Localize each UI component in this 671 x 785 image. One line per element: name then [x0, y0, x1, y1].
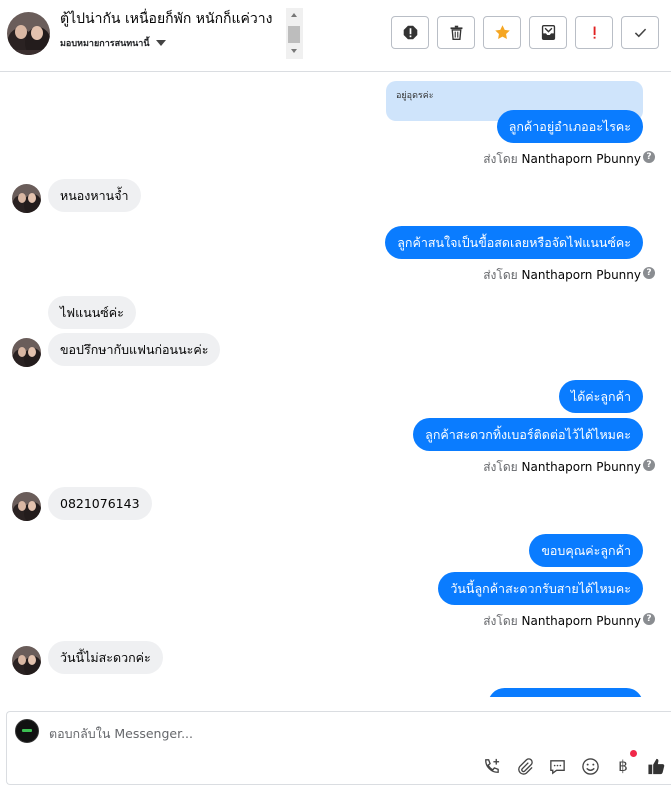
reply-input[interactable] — [49, 726, 449, 741]
message-bubble-incoming[interactable]: หนองหานจ้ำ — [48, 179, 141, 212]
message-bubble-incoming[interactable]: วันนี้ไม่สะดวกค่ะ — [48, 641, 163, 674]
contact-avatar-small[interactable] — [12, 492, 41, 521]
conversation-header: ตู้ไปน่ากัน เหนื่อยก็พัก หนักก็แค่วาง มอ… — [0, 0, 671, 72]
message-text: ขอบคุณค่ะลูกค้า — [541, 543, 631, 558]
message-text: ไฟแนนซ์ค่ะ — [60, 305, 124, 320]
like-button[interactable] — [645, 755, 667, 777]
help-icon[interactable]: ? — [643, 613, 655, 625]
saved-reply-icon — [549, 759, 565, 774]
help-icon[interactable]: ? — [643, 459, 655, 471]
contact-avatar-small[interactable] — [12, 184, 41, 213]
attach-icon — [517, 757, 533, 775]
emoji-button[interactable] — [579, 755, 601, 777]
contact-avatar-image — [7, 12, 50, 55]
sent-by-label: ส่งโดย Nanthaporn Pbunny — [483, 150, 641, 169]
archive-icon — [541, 25, 555, 40]
message-text: วันนี้ไม่สะดวกค่ะ — [60, 650, 151, 665]
call-button[interactable] — [480, 755, 502, 777]
conversation-toolbar — [391, 16, 659, 49]
notification-dot — [630, 750, 637, 757]
saved-replies-button[interactable] — [546, 755, 568, 777]
contact-avatar-image — [12, 184, 41, 213]
sent-by-prefix: ส่งโดย — [483, 614, 518, 628]
sent-by-prefix: ส่งโดย — [483, 460, 518, 474]
contact-avatar-image — [12, 492, 41, 521]
sent-by-prefix: ส่งโดย — [483, 268, 518, 282]
mark-important-button[interactable] — [575, 16, 613, 49]
payment-button[interactable]: ฿ — [612, 750, 637, 777]
contact-avatar-small[interactable] — [12, 646, 41, 675]
message-text: วันนี้ลูกค้าสะดวกรับสายได้ไหมคะ — [450, 581, 631, 596]
message-text: ลูกค้าสนใจเป็นขื้อสดเลยหรือจัดไฟแนนซ์คะ — [397, 235, 631, 250]
sent-by-prefix: ส่งโดย — [483, 152, 518, 166]
mark-done-button[interactable] — [621, 16, 659, 49]
contact-avatar-image — [12, 646, 41, 675]
message-bubble-outgoing[interactable]: ลูกค้าอยู่อำเภออะไรคะ — [496, 110, 643, 143]
star-icon — [494, 25, 510, 40]
contact-avatar[interactable] — [7, 12, 50, 55]
assign-conversation-label: มอบหมายการสนทนานี้ — [60, 39, 150, 49]
contact-avatar-image — [12, 338, 41, 367]
sender-name: Nanthaporn Pbunny — [521, 460, 641, 474]
quoted-message-text: อยู่อุดรค่ะ — [396, 91, 434, 101]
message-bubble-outgoing[interactable]: ลูกค้าสนใจเป็นขื้อสดเลยหรือจัดไฟแนนซ์คะ — [385, 226, 643, 259]
message-bubble-outgoing[interactable]: ลูกค้าสะดวกทิ้งเบอร์ติดต่อไว้ได้ไหมคะ — [413, 418, 643, 451]
message-text: ลูกค้าอยู่อำเภออะไรคะ — [508, 119, 631, 134]
scroll-thumb[interactable] — [288, 26, 300, 43]
message-text: 0821076143 — [60, 496, 140, 511]
message-text: หนองหานจ้ำ — [60, 188, 129, 203]
conversation-title: ตู้ไปน่ากัน เหนื่อยก็พัก หนักก็แค่วาง — [60, 11, 273, 27]
assign-conversation-dropdown[interactable]: มอบหมายการสนทนานี้ — [60, 36, 303, 50]
like-icon — [647, 758, 664, 774]
attach-button[interactable] — [513, 755, 535, 777]
message-bubble-outgoing-partial[interactable] — [488, 688, 643, 697]
spam-icon — [403, 25, 417, 40]
message-bubble-outgoing[interactable]: ได้ค่ะลูกค้า — [558, 380, 643, 413]
sender-name: Nanthaporn Pbunny — [521, 614, 641, 628]
message-bubble-incoming[interactable]: 0821076143 — [48, 487, 152, 520]
delete-button[interactable] — [437, 16, 475, 49]
contact-avatar-small[interactable] — [12, 338, 41, 367]
scroll-up-icon[interactable] — [291, 13, 297, 17]
chevron-down-icon — [155, 40, 166, 46]
payment-icon: ฿ — [618, 757, 628, 775]
help-icon[interactable]: ? — [643, 267, 655, 279]
sent-by-label: ส่งโดย Nanthaporn Pbunny — [483, 266, 641, 285]
message-text: ลูกค้าสะดวกทิ้งเบอร์ติดต่อไว้ได้ไหมคะ — [425, 427, 631, 442]
conversation-title-box: ตู้ไปน่ากัน เหนื่อยก็พัก หนักก็แค่วาง มอ… — [60, 8, 303, 60]
message-bubble-outgoing[interactable]: ขอบคุณค่ะลูกค้า — [529, 534, 643, 567]
call-add-icon — [484, 758, 499, 773]
message-thread[interactable]: อยู่อุดรค่ะ ลูกค้าอยู่อำเภออะไรคะ ส่งโดย… — [0, 73, 671, 697]
sender-name: Nanthaporn Pbunny — [521, 152, 641, 166]
mark-spam-button[interactable] — [391, 16, 429, 49]
message-text: ขอปรึกษากับแฟนก่อนนะค่ะ — [60, 342, 209, 357]
scroll-down-icon[interactable] — [291, 49, 297, 53]
sent-by-label: ส่งโดย Nanthaporn Pbunny — [483, 458, 641, 477]
sender-name: Nanthaporn Pbunny — [521, 268, 641, 282]
archive-button[interactable] — [529, 16, 567, 49]
check-icon — [634, 28, 646, 38]
composer-toolbar: ฿ — [480, 750, 667, 777]
trash-icon — [450, 25, 462, 40]
page-avatar — [15, 719, 39, 743]
message-composer: ฿ — [6, 711, 671, 785]
title-scrollbar[interactable] — [286, 8, 303, 59]
message-bubble-incoming[interactable]: ไฟแนนซ์ค่ะ — [48, 296, 136, 329]
star-button[interactable] — [483, 16, 521, 49]
message-bubble-incoming[interactable]: ขอปรึกษากับแฟนก่อนนะค่ะ — [48, 333, 221, 366]
sent-by-label: ส่งโดย Nanthaporn Pbunny — [483, 612, 641, 631]
message-text: ได้ค่ะลูกค้า — [570, 389, 631, 404]
emoji-icon — [581, 757, 599, 775]
exclamation-icon — [593, 26, 596, 39]
help-icon[interactable]: ? — [643, 151, 655, 163]
message-bubble-outgoing[interactable]: วันนี้ลูกค้าสะดวกรับสายได้ไหมคะ — [438, 572, 643, 605]
